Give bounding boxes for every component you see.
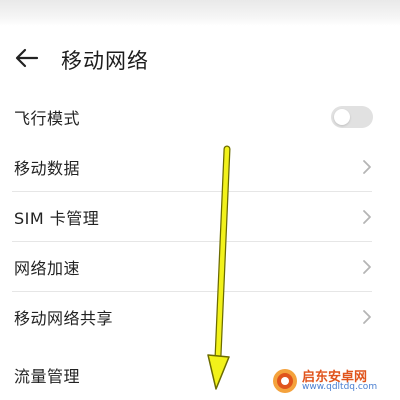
arrow-left-icon bbox=[15, 48, 39, 68]
app-header: 移动网络 bbox=[0, 34, 400, 84]
sim-card-management-row[interactable]: SIM 卡管理 bbox=[0, 192, 400, 242]
watermark: 启东安卓网 www.qdltdq.com bbox=[272, 366, 396, 396]
sim-card-management-label: SIM 卡管理 bbox=[14, 209, 100, 228]
section-gap bbox=[0, 342, 400, 352]
chevron-right-icon bbox=[363, 310, 371, 324]
mobile-network-sharing-row[interactable]: 移动网络共享 bbox=[0, 292, 400, 342]
toggle-knob bbox=[334, 109, 350, 125]
back-button[interactable] bbox=[12, 43, 42, 73]
chevron-right-icon bbox=[363, 210, 371, 224]
page-title: 移动网络 bbox=[61, 49, 149, 73]
airplane-mode-toggle[interactable] bbox=[331, 106, 373, 128]
mobile-data-label: 移动数据 bbox=[14, 159, 81, 178]
chevron-right-icon bbox=[363, 260, 371, 274]
airplane-mode-label: 飞行模式 bbox=[14, 109, 81, 128]
watermark-url: www.qdltdq.com bbox=[302, 382, 378, 392]
chevron-right-icon bbox=[363, 160, 371, 174]
network-acceleration-row[interactable]: 网络加速 bbox=[0, 242, 400, 292]
settings-list: 飞行模式 移动数据 SIM 卡管理 网络加速 移动网络共享 流量管理 bbox=[0, 92, 400, 398]
traffic-management-label: 流量管理 bbox=[14, 367, 81, 386]
airplane-mode-row[interactable]: 飞行模式 bbox=[0, 92, 400, 142]
watermark-logo-icon bbox=[273, 369, 297, 393]
mobile-network-sharing-label: 移动网络共享 bbox=[14, 309, 114, 328]
network-acceleration-label: 网络加速 bbox=[14, 259, 81, 278]
mobile-data-row[interactable]: 移动数据 bbox=[0, 142, 400, 192]
status-bar-area bbox=[0, 0, 400, 26]
